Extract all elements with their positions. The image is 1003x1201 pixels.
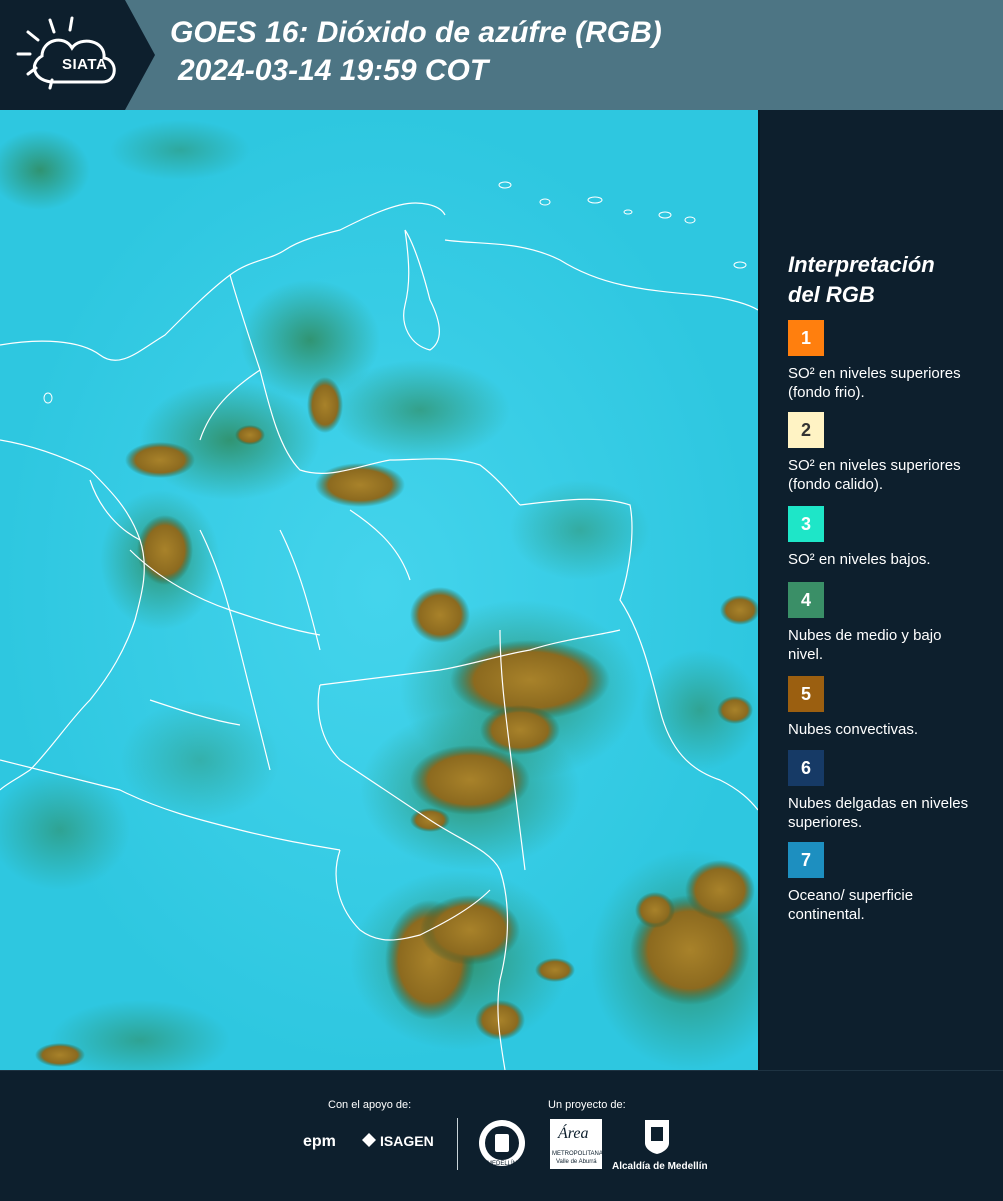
area-logo-sub: METROPOLITANA — [552, 1151, 603, 1157]
legend-item: 3 SO² en niveles bajos. — [788, 506, 988, 569]
project-label: Un proyecto de: — [548, 1099, 626, 1111]
legend-label: SO² en niveles superiores (fondo frio). — [788, 365, 961, 401]
legend-label: SO² en niveles bajos. — [788, 551, 931, 568]
siata-logo: SIATA — [14, 12, 126, 96]
header-bar: SIATA GOES 16: Dióxido de azúfre (RGB) 2… — [0, 0, 1003, 110]
legend-swatch: 4 — [788, 582, 824, 618]
legend-item: 7 Oceano/ superficie continental. — [788, 842, 988, 924]
alcaldia-shield-icon — [644, 1119, 670, 1155]
legend-title-line1: Interpretación — [788, 252, 935, 277]
alcaldia-logo: Alcaldía de Medellín — [612, 1161, 708, 1172]
legend-panel: Interpretación del RGB — [788, 250, 988, 310]
legend-swatch: 2 — [788, 412, 824, 448]
footer-divider — [457, 1118, 458, 1170]
legend-title-line2: del RGB — [788, 282, 875, 307]
page-title: GOES 16: Dióxido de azúfre (RGB) — [170, 16, 662, 49]
support-label: Con el apoyo de: — [328, 1099, 412, 1111]
page-timestamp: 2024-03-14 19:59 COT — [178, 54, 489, 87]
legend-item: 4 Nubes de medio y bajo nivel. — [788, 582, 988, 664]
legend-swatch: 7 — [788, 842, 824, 878]
footer: Con el apoyo de: Un proyecto de: epm ISA… — [0, 1070, 1003, 1201]
map-border — [758, 110, 760, 1070]
isagen-icon — [362, 1133, 376, 1147]
isagen-logo: ISAGEN — [380, 1133, 434, 1149]
legend-swatch: 5 — [788, 676, 824, 712]
legend-swatch: 1 — [788, 320, 824, 356]
medellin-seal-icon — [478, 1119, 526, 1167]
legend-swatch: 6 — [788, 750, 824, 786]
legend-label: SO² en niveles superiores (fondo calido)… — [788, 457, 961, 493]
legend-item: 5 Nubes convectivas. — [788, 676, 988, 739]
epm-logo: epm — [303, 1133, 336, 1150]
area-logo-sub2: Valle de Aburrá — [556, 1159, 597, 1165]
legend-item: 2 SO² en niveles superiores (fondo calido… — [788, 412, 988, 494]
area-logo-name: Área — [558, 1125, 589, 1142]
legend-item: 1 SO² en niveles superiores (fondo frio). — [788, 320, 988, 402]
medellin-seal-label: MEDELLÍN — [487, 1161, 518, 1167]
logo-text: SIATA — [62, 56, 108, 73]
legend-label: Nubes delgadas en niveles superiores. — [788, 795, 969, 831]
legend-label: Nubes convectivas. — [788, 721, 919, 738]
legend-label: Nubes de medio y bajo nivel. — [788, 627, 942, 663]
satellite-map[interactable] — [0, 110, 758, 1070]
legend-swatch: 3 — [788, 506, 824, 542]
legend-item: 6 Nubes delgadas en niveles superiores. — [788, 750, 988, 832]
legend-label: Oceano/ superficie continental. — [788, 887, 914, 923]
